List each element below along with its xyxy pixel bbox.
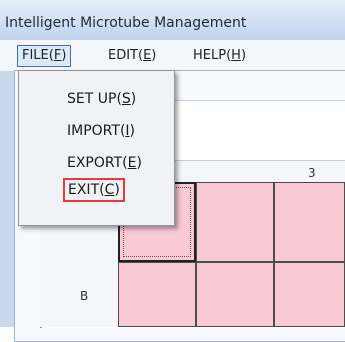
menu-item-setup[interactable]: SET UP(S) <box>67 91 136 107</box>
file-dropdown-menu: SET UP(S) IMPORT(I) EXPORT(E) EXIT(C) <box>18 70 175 226</box>
menu-file-mnemonic: F <box>53 48 62 63</box>
title-bar: Intelligent Microtube Management <box>0 0 345 41</box>
menu-edit-label: EDIT <box>108 48 138 63</box>
menu-item-import[interactable]: IMPORT(I) <box>67 123 135 139</box>
menu-bar: FILE(F) EDIT(E) HELP(H) <box>0 40 345 72</box>
grid-cell[interactable] <box>274 182 345 262</box>
menu-item-exit-mnemonic: C <box>104 182 115 198</box>
menu-item-exit[interactable]: EXIT(C) <box>63 178 125 202</box>
row-header-b: B <box>80 289 89 303</box>
menu-file-label: FILE <box>22 48 49 63</box>
grid-cell[interactable] <box>196 262 274 327</box>
menu-help-mnemonic: H <box>231 48 241 63</box>
menu-item-setup-label: SET UP <box>67 91 117 107</box>
menu-file[interactable]: FILE(F) <box>17 45 72 67</box>
window-title: Intelligent Microtube Management <box>5 15 247 31</box>
menu-help-label: HELP <box>193 48 227 63</box>
grid-cell[interactable] <box>274 262 345 327</box>
menu-edit-mnemonic: E <box>143 48 152 63</box>
menu-help[interactable]: HELP(H) <box>189 45 250 67</box>
menu-item-export-label: EXPORT <box>67 155 123 171</box>
menu-item-import-label: IMPORT <box>67 123 120 139</box>
menu-item-setup-mnemonic: S <box>121 91 131 107</box>
grid-cell[interactable] <box>196 182 274 262</box>
menu-item-export-mnemonic: E <box>127 155 137 171</box>
menu-item-import-mnemonic: I <box>125 123 130 139</box>
menu-edit[interactable]: EDIT(E) <box>104 45 160 67</box>
menu-item-export[interactable]: EXPORT(E) <box>67 155 142 171</box>
column-header-3: 3 <box>308 166 316 180</box>
menu-item-exit-label: EXIT <box>68 182 100 198</box>
grid-cell[interactable] <box>118 262 196 327</box>
app-window: Intelligent Microtube Management FILE(F)… <box>0 0 345 342</box>
